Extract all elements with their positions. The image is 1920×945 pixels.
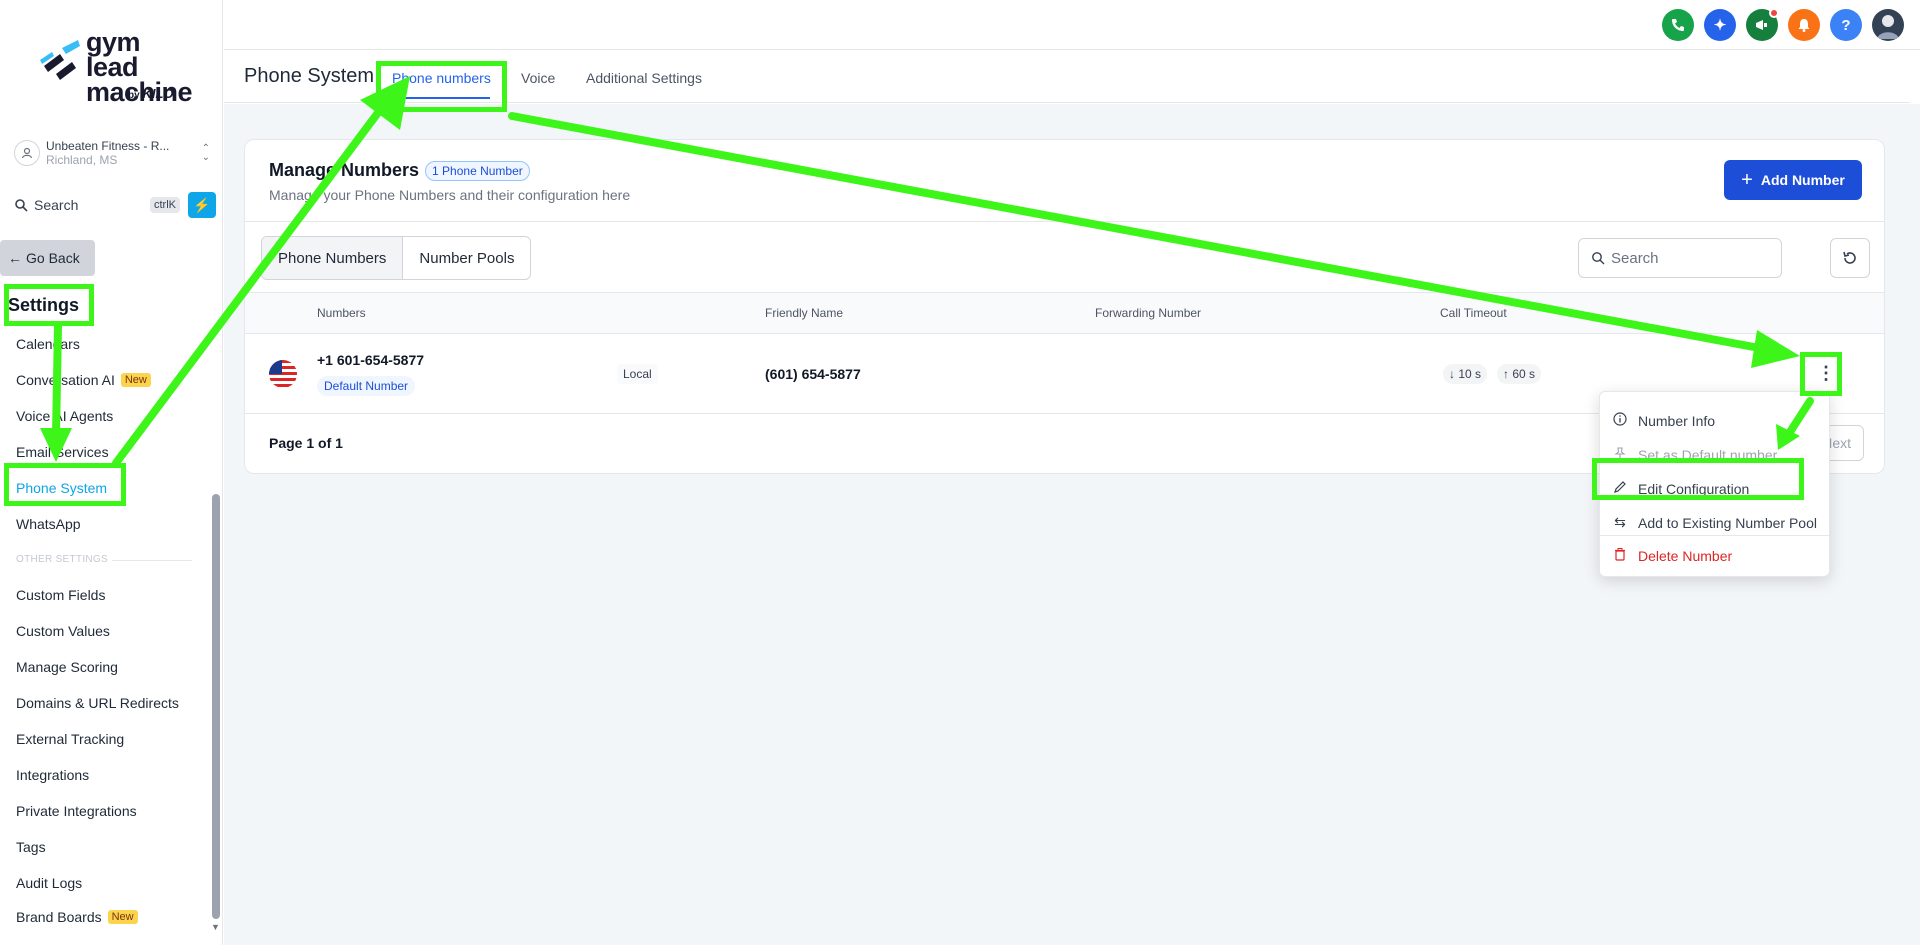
- sidebar-item-custom-values[interactable]: Custom Values: [16, 623, 110, 639]
- sidebar-item-voice-ai-agents[interactable]: Voice AI Agents: [16, 408, 113, 424]
- new-badge: New: [120, 373, 151, 387]
- card-subtitle: Manage your Phone Numbers and their conf…: [269, 187, 631, 203]
- swap-icon: ⇆: [1614, 514, 1626, 530]
- column-header-call-timeout: Call Timeout: [1440, 306, 1507, 320]
- sidebar-item-custom-fields[interactable]: Custom Fields: [16, 587, 105, 603]
- go-back-button[interactable]: ← Go Back: [0, 240, 95, 276]
- divider: [112, 560, 192, 561]
- sidebar-item-whatsapp[interactable]: WhatsApp: [16, 516, 81, 532]
- location-switcher[interactable]: Unbeaten Fitness - R... Richland, MS ⌃ ⌄: [14, 137, 210, 169]
- us-flag-icon: [269, 360, 297, 388]
- column-header-forwarding: Forwarding Number: [1095, 306, 1202, 320]
- location-avatar-icon: [14, 140, 40, 166]
- ai-sparkle-icon[interactable]: ✦: [1704, 9, 1736, 41]
- section-label-other-settings: OTHER SETTINGS: [16, 554, 108, 565]
- logo-by: by KILO: [128, 86, 174, 101]
- sidebar-item-brand-boards[interactable]: Brand Boards New: [16, 909, 138, 925]
- annotation-box-kebab: [1800, 352, 1842, 396]
- table-header: Numbers Friendly Name Forwarding Number …: [245, 292, 1884, 334]
- menu-item-number-info[interactable]: Number Info: [1610, 412, 1821, 429]
- pagination-label: Page 1 of 1: [269, 435, 343, 451]
- location-name: Unbeaten Fitness - R...: [46, 139, 170, 153]
- shortcut-hint: ctrlK: [150, 197, 180, 213]
- logo-mark-icon: [40, 40, 80, 80]
- segment-number-pools[interactable]: Number Pools: [403, 237, 530, 279]
- info-icon: [1610, 412, 1630, 429]
- sidebar-search-label: Search: [34, 197, 79, 213]
- search-icon: [1592, 252, 1605, 265]
- menu-item-delete-number[interactable]: Delete Number: [1610, 547, 1821, 564]
- megaphone-icon[interactable]: [1746, 8, 1779, 41]
- help-icon[interactable]: ?: [1830, 9, 1862, 41]
- location-city: Richland, MS: [46, 153, 118, 167]
- arrow-up-icon: ↑: [1503, 367, 1509, 381]
- arrow-down-icon: ↓: [1449, 367, 1455, 381]
- scroll-down-arrow-icon[interactable]: ▼: [211, 922, 220, 932]
- timeout-outbound: ↑ 60 s: [1497, 364, 1542, 384]
- user-avatar[interactable]: [1872, 9, 1904, 41]
- table-search-input[interactable]: Search: [1578, 238, 1782, 278]
- sidebar-scrollbar[interactable]: [212, 494, 220, 919]
- chevron-updown-icon: ⌃ ⌄: [201, 143, 210, 163]
- trash-icon: [1610, 547, 1630, 564]
- sidebar-item-conversation-ai[interactable]: Conversation AI New: [16, 372, 151, 388]
- refresh-button[interactable]: [1830, 238, 1870, 278]
- arrow-left-icon: ←: [8, 250, 22, 266]
- sidebar-item-private-integrations[interactable]: Private Integrations: [16, 803, 137, 819]
- menu-item-add-to-pool[interactable]: ⇆ Add to Existing Number Pool: [1610, 514, 1821, 531]
- menu-divider: [1600, 535, 1829, 536]
- plus-icon: +: [1741, 168, 1753, 191]
- sidebar-item-audit-logs[interactable]: Audit Logs: [16, 875, 82, 891]
- tab-voice[interactable]: Voice: [521, 70, 555, 86]
- new-badge: New: [107, 910, 138, 924]
- phone-number: +1 601-654-5877: [317, 352, 425, 368]
- sidebar-item-domains[interactable]: Domains & URL Redirects: [16, 695, 179, 711]
- top-bar: ✦ ?: [224, 0, 1920, 50]
- annotation-box-phone-numbers-tab: [376, 61, 507, 112]
- segment-phone-numbers[interactable]: Phone Numbers: [262, 237, 404, 279]
- annotation-box-phone-system: [4, 463, 126, 506]
- page-title: Phone System: [244, 65, 375, 87]
- card-title: Manage Numbers 1 Phone Number: [269, 160, 530, 181]
- annotation-box-edit-configuration: [1592, 458, 1804, 500]
- brand-logo[interactable]: gym lead machine by KILO: [38, 29, 193, 106]
- sidebar-item-manage-scoring[interactable]: Manage Scoring: [16, 659, 118, 675]
- annotation-box-settings: [4, 284, 94, 326]
- column-header-friendly-name: Friendly Name: [765, 306, 844, 320]
- sidebar-item-integrations[interactable]: Integrations: [16, 767, 89, 783]
- add-number-button[interactable]: + Add Number: [1724, 160, 1862, 200]
- count-badge: 1 Phone Number: [425, 160, 530, 181]
- notification-dot: [1769, 8, 1779, 18]
- quick-action-bolt-icon[interactable]: ⚡: [188, 192, 216, 218]
- tab-additional-settings[interactable]: Additional Settings: [586, 70, 702, 86]
- sidebar-item-tags[interactable]: Tags: [16, 839, 46, 855]
- card-header: Manage Numbers 1 Phone Number Manage you…: [245, 140, 1884, 222]
- bell-icon[interactable]: [1788, 9, 1820, 41]
- number-type-badge: Local: [617, 364, 658, 384]
- friendly-name: (601) 654-5877: [765, 366, 861, 382]
- sidebar-item-external-tracking[interactable]: External Tracking: [16, 731, 124, 747]
- phone-icon[interactable]: [1662, 9, 1694, 41]
- search-icon: [15, 199, 28, 212]
- column-header-numbers: Numbers: [317, 306, 366, 320]
- refresh-icon: [1843, 251, 1856, 264]
- segment-control: Phone Numbers Number Pools: [261, 236, 532, 280]
- default-number-badge: Default Number: [317, 376, 416, 396]
- sidebar-search[interactable]: Search ctrlK ⚡: [14, 192, 216, 218]
- sidebar-item-email-services[interactable]: Email Services: [16, 444, 109, 460]
- sidebar-item-calendars[interactable]: Calendars: [16, 336, 80, 352]
- timeout-inbound: ↓ 10 s: [1443, 364, 1488, 384]
